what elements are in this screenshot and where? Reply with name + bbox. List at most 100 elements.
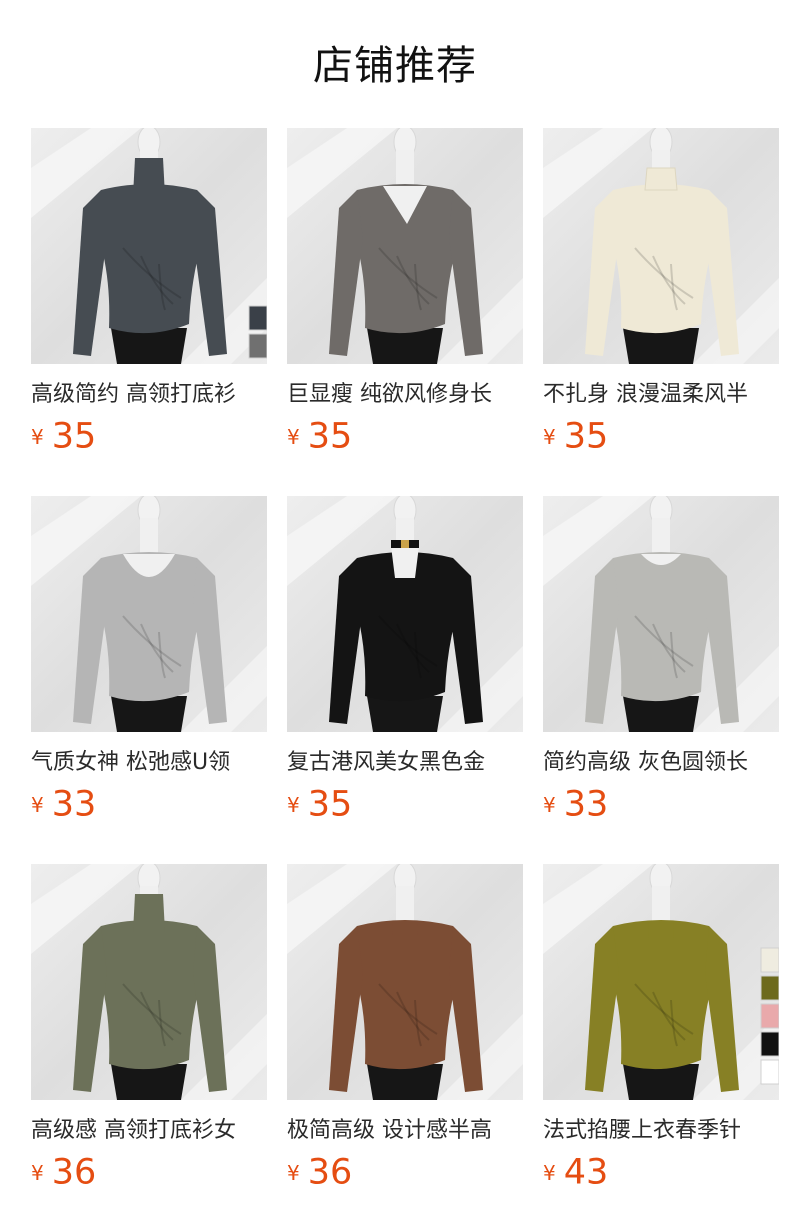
pants xyxy=(111,328,187,364)
garment-collar xyxy=(648,922,674,940)
product-card[interactable]: 高级感 高领打底衫女 ¥36 xyxy=(31,864,267,1204)
garment-sleeve-right xyxy=(705,558,739,724)
product-name[interactable]: 高级感 高领打底衫女 xyxy=(31,1114,267,1148)
color-swatch xyxy=(760,1031,779,1057)
product-image[interactable] xyxy=(287,128,523,364)
price-value: 35 xyxy=(307,416,353,457)
product-price: ¥36 xyxy=(287,1150,352,1194)
garment-collar xyxy=(133,894,165,932)
product-name[interactable]: 极简高级 设计感半高 xyxy=(287,1114,523,1148)
product-price: ¥36 xyxy=(31,1150,96,1194)
product-name[interactable]: 巨显瘦 纯欲风修身长 xyxy=(287,378,523,412)
pants xyxy=(623,1064,699,1100)
product-name[interactable]: 高级简约 高领打底衫 xyxy=(31,378,267,412)
price-value: 35 xyxy=(563,416,609,457)
garment-sleeve-left xyxy=(585,190,619,356)
color-swatch xyxy=(760,1003,779,1029)
product-image[interactable] xyxy=(287,496,523,732)
currency-symbol: ¥ xyxy=(543,424,556,449)
product-image[interactable] xyxy=(31,496,267,732)
product-price: ¥33 xyxy=(543,782,608,826)
product-image[interactable] xyxy=(543,864,779,1100)
product-card[interactable]: 极简高级 设计感半高 ¥36 xyxy=(287,864,523,1204)
price-value: 43 xyxy=(563,1152,609,1193)
garment-body xyxy=(611,184,715,334)
product-price: ¥35 xyxy=(31,414,96,458)
product-image[interactable] xyxy=(31,128,267,364)
product-card[interactable]: 气质女神 松弛感U领 ¥33 xyxy=(31,496,267,836)
currency-symbol: ¥ xyxy=(31,792,44,817)
product-photo xyxy=(287,496,523,732)
garment-body xyxy=(611,552,715,702)
currency-symbol: ¥ xyxy=(31,1160,44,1185)
garment-sleeve-left xyxy=(329,558,363,724)
product-card[interactable]: 不扎身 浪漫温柔风半 ¥35 xyxy=(543,128,779,468)
product-name[interactable]: 简约高级 灰色圆领长 xyxy=(543,746,779,780)
garment-sleeve-left xyxy=(73,926,107,1092)
garment-sleeve-left xyxy=(73,190,107,356)
garment-body xyxy=(355,920,459,1070)
price-value: 35 xyxy=(307,784,353,825)
garment-sleeve-left xyxy=(585,926,619,1092)
garment-sleeve-left xyxy=(329,190,363,356)
color-swatch xyxy=(248,305,267,331)
page-title: 店铺推荐 xyxy=(313,43,477,89)
product-card[interactable]: 巨显瘦 纯欲风修身长 ¥35 xyxy=(287,128,523,468)
color-swatch xyxy=(248,333,267,359)
product-price: ¥33 xyxy=(31,782,96,826)
product-card[interactable]: 法式掐腰上衣春季针 ¥43 xyxy=(543,864,779,1204)
product-card[interactable]: 高级简约 高领打底衫 ¥35 xyxy=(31,128,267,468)
garment-body xyxy=(99,184,203,334)
garment-sleeve-right xyxy=(193,190,227,356)
product-name[interactable]: 气质女神 松弛感U领 xyxy=(31,746,267,780)
garment-sleeve-right xyxy=(705,190,739,356)
price-value: 36 xyxy=(51,1152,97,1193)
product-card[interactable]: 复古港风美女黑色金 ¥35 xyxy=(287,496,523,836)
pants xyxy=(111,1064,187,1100)
pants xyxy=(367,696,443,732)
garment-sleeve-left xyxy=(329,926,363,1092)
pants xyxy=(367,328,443,364)
product-photo xyxy=(31,864,267,1100)
garment-sleeve-right xyxy=(193,558,227,724)
garment-sleeve-right xyxy=(193,926,227,1092)
price-value: 36 xyxy=(307,1152,353,1193)
product-photo xyxy=(543,496,779,732)
product-card[interactable]: 简约高级 灰色圆领长 ¥33 xyxy=(543,496,779,836)
color-swatch xyxy=(760,1059,779,1085)
currency-symbol: ¥ xyxy=(287,792,300,817)
garment-body xyxy=(611,920,715,1070)
product-name[interactable]: 复古港风美女黑色金 xyxy=(287,746,523,780)
garment-neckline xyxy=(391,546,419,578)
product-name[interactable]: 法式掐腰上衣春季针 xyxy=(543,1114,779,1148)
product-image[interactable] xyxy=(543,128,779,364)
pants xyxy=(111,696,187,732)
garment-sleeve-right xyxy=(449,190,483,356)
product-price: ¥35 xyxy=(287,782,352,826)
color-swatch xyxy=(760,975,779,1001)
currency-symbol: ¥ xyxy=(31,424,44,449)
product-price: ¥43 xyxy=(543,1150,608,1194)
currency-symbol: ¥ xyxy=(287,1160,300,1185)
currency-symbol: ¥ xyxy=(543,792,556,817)
garment-sleeve-left xyxy=(585,558,619,724)
product-price: ¥35 xyxy=(543,414,608,458)
garment-sleeve-right xyxy=(705,926,739,1092)
price-value: 33 xyxy=(51,784,97,825)
product-name[interactable]: 不扎身 浪漫温柔风半 xyxy=(543,378,779,412)
product-photo xyxy=(287,864,523,1100)
choker-buckle xyxy=(401,540,409,548)
product-photo xyxy=(543,864,779,1100)
garment-collar xyxy=(644,167,678,191)
product-image[interactable] xyxy=(287,864,523,1100)
price-value: 35 xyxy=(51,416,97,457)
pants xyxy=(367,1064,443,1100)
product-image[interactable] xyxy=(31,864,267,1100)
price-value: 33 xyxy=(563,784,609,825)
product-image[interactable] xyxy=(543,496,779,732)
garment-body xyxy=(99,920,203,1070)
garment-collar xyxy=(133,158,165,196)
garment-collar xyxy=(392,922,418,940)
garment-sleeve-right xyxy=(449,926,483,1092)
currency-symbol: ¥ xyxy=(287,424,300,449)
